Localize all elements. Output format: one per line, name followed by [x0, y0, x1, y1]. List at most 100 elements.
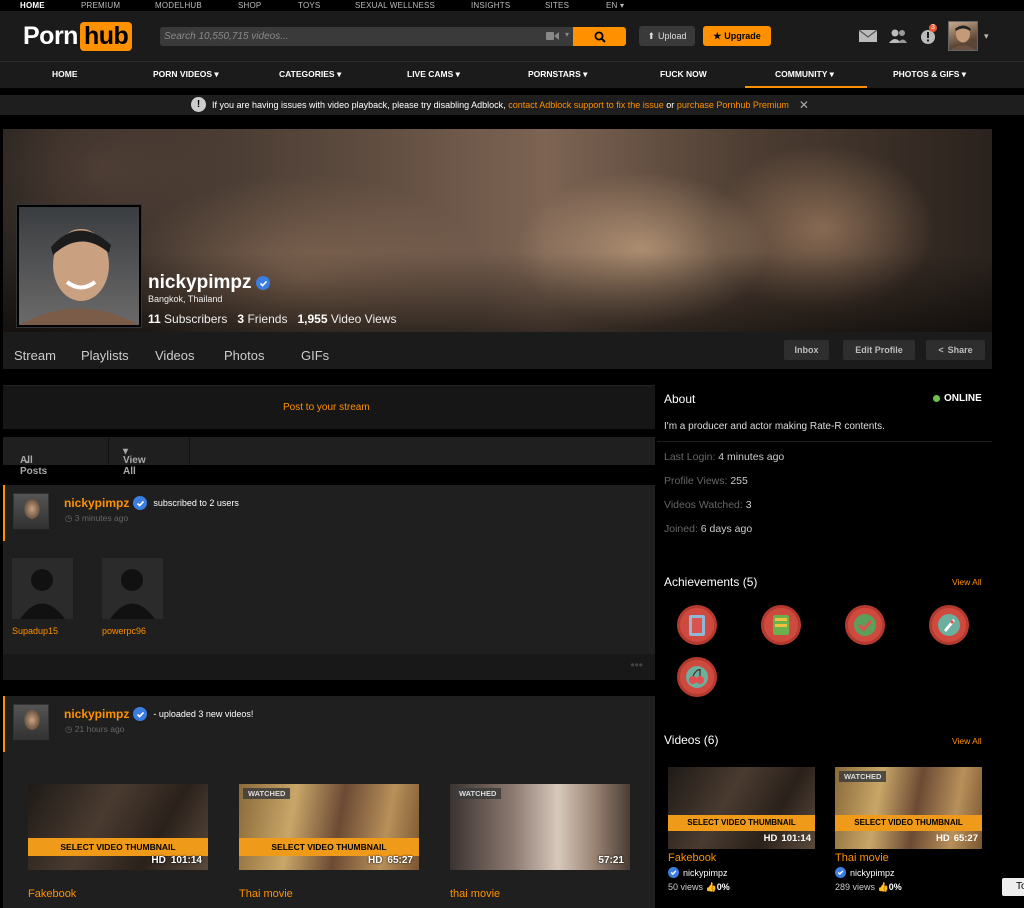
- more-options-icon[interactable]: •••: [630, 658, 643, 672]
- nav-community[interactable]: COMMUNITY ▾: [775, 69, 834, 80]
- uploader-name[interactable]: nickypimpz: [683, 868, 728, 878]
- close-icon[interactable]: ✕: [799, 98, 809, 112]
- profile-picture[interactable]: [16, 204, 142, 328]
- friends-icon[interactable]: [888, 28, 908, 44]
- nav-pornstars[interactable]: PORNSTARS ▾: [528, 69, 587, 80]
- nav-categories[interactable]: CATEGORIES ▾: [279, 69, 341, 80]
- view-all-dropdown[interactable]: View All ▾: [123, 446, 146, 477]
- nav-photos-gifs[interactable]: PHOTOS & GIFS ▾: [893, 69, 966, 80]
- video-thumbnail[interactable]: WATCHED SELECT VIDEO THUMBNAIL HD 65:27: [239, 784, 419, 870]
- upgrade-button[interactable]: ★ Upgrade: [703, 26, 771, 46]
- uploader-name[interactable]: nickypimpz: [850, 868, 895, 878]
- stream-username[interactable]: nickypimpz: [64, 496, 129, 510]
- chevron-down-icon: ⌄: [22, 455, 32, 466]
- video-title-link[interactable]: Fakebook: [28, 888, 76, 900]
- nav-home[interactable]: HOME: [52, 69, 78, 79]
- avatar[interactable]: [13, 704, 49, 740]
- logo-badge: hub: [79, 21, 133, 51]
- top-link-toys[interactable]: TOYS: [298, 1, 320, 10]
- all-posts-dropdown[interactable]: All Posts ⌄: [20, 446, 47, 477]
- top-link-modelhub[interactable]: MODELHUB: [155, 1, 202, 10]
- top-link-insights[interactable]: INSIGHTS: [471, 1, 510, 10]
- share-button[interactable]: < Share: [926, 340, 985, 360]
- top-link-premium[interactable]: PREMIUM: [81, 1, 120, 10]
- achievement-badge[interactable]: [929, 605, 969, 645]
- search-button[interactable]: [573, 27, 626, 46]
- watched-badge: WATCHED: [243, 788, 291, 799]
- cherry-icon: [686, 666, 708, 688]
- nav-live-cams[interactable]: LIVE CAMS ▾: [407, 69, 460, 80]
- chevron-down-icon[interactable]: ▾: [984, 31, 989, 42]
- verified-icon: [668, 867, 679, 878]
- select-thumbnail-button[interactable]: SELECT VIDEO THUMBNAIL: [28, 838, 208, 856]
- video-thumbnail[interactable]: WATCHED 57:21: [450, 784, 630, 870]
- achievement-badge[interactable]: [845, 605, 885, 645]
- video-title-link[interactable]: thai movie: [450, 888, 500, 900]
- select-thumbnail-button[interactable]: SELECT VIDEO THUMBNAIL: [239, 838, 419, 856]
- tab-videos[interactable]: Videos: [155, 348, 195, 363]
- edit-profile-button[interactable]: Edit Profile: [843, 340, 915, 360]
- filter-divider: [108, 437, 109, 465]
- select-thumbnail-button[interactable]: SELECT VIDEO THUMBNAIL: [835, 815, 982, 831]
- verified-icon: [256, 276, 271, 290]
- video-camera-icon[interactable]: [546, 31, 559, 41]
- top-link-home[interactable]: HOME: [20, 1, 45, 10]
- logo-text: Porn: [23, 21, 78, 50]
- friends-count: 3: [237, 312, 245, 326]
- subscribers-label[interactable]: Subscribers: [164, 312, 227, 326]
- site-logo[interactable]: Porn hub: [23, 21, 133, 51]
- top-link-sexual-wellness[interactable]: SEXUAL WELLNESS: [355, 1, 435, 10]
- achievements-view-all-link[interactable]: View All: [952, 577, 982, 587]
- sidebar-video-stats: 289 views 👍0%: [835, 882, 902, 893]
- upload-button[interactable]: ⬆ Upload: [639, 26, 695, 46]
- tab-stream[interactable]: Stream: [14, 348, 56, 363]
- info-label: Joined:: [664, 523, 698, 535]
- tab-gifs[interactable]: GIFs: [301, 348, 329, 363]
- video-thumbnail[interactable]: SELECT VIDEO THUMBNAIL HD 101:14: [28, 784, 208, 870]
- subscribed-user-name[interactable]: powerpc96: [102, 626, 146, 636]
- user-avatar[interactable]: [948, 21, 978, 51]
- subscribed-user-thumb[interactable]: [102, 558, 163, 619]
- view-all-label: View All: [123, 455, 146, 477]
- nav-porn-videos[interactable]: PORN VIDEOS ▾: [153, 69, 219, 80]
- trophy-icon: [773, 615, 789, 635]
- select-thumbnail-button[interactable]: SELECT VIDEO THUMBNAIL: [668, 815, 815, 831]
- avatar[interactable]: [13, 493, 49, 529]
- info-value: 3: [745, 499, 752, 511]
- subscribed-user-name[interactable]: Supadup15: [12, 626, 58, 636]
- tab-playlists[interactable]: Playlists: [81, 348, 129, 363]
- tab-photos[interactable]: Photos: [224, 348, 264, 363]
- post-to-stream-box[interactable]: Post to your stream: [3, 385, 655, 429]
- profile-views-row: Profile Views: 255: [664, 475, 748, 487]
- friends-label[interactable]: Friends: [247, 312, 287, 326]
- subscribed-user-thumb[interactable]: [12, 558, 73, 619]
- video-title-link[interactable]: Thai movie: [239, 888, 293, 900]
- info-value: 4 minutes ago: [718, 451, 785, 463]
- achievement-badge[interactable]: [677, 605, 717, 645]
- info-value: 255: [730, 475, 748, 487]
- videos-view-all-link[interactable]: View All: [952, 736, 982, 746]
- verified-icon: [835, 867, 846, 878]
- top-link-sites[interactable]: SITES: [545, 1, 569, 10]
- inbox-button[interactable]: Inbox: [784, 340, 829, 360]
- jacket-icon: [689, 615, 705, 636]
- stream-item: nickypimpz subscribed to 2 users ◷ 3 min…: [3, 485, 655, 680]
- achievement-badge[interactable]: [677, 657, 717, 697]
- sidebar-video-thumbnail[interactable]: WATCHED SELECT VIDEO THUMBNAIL HD 65:27: [835, 767, 982, 849]
- nav-label: PHOTOS & GIFS: [893, 69, 960, 79]
- language-select[interactable]: EN ▾: [606, 1, 624, 10]
- mail-icon[interactable]: [858, 28, 878, 44]
- top-link-shop[interactable]: SHOP: [238, 1, 261, 10]
- adblock-support-link[interactable]: contact Adblock support to fix the issue: [508, 100, 664, 110]
- accent-bar: [3, 485, 5, 541]
- achievement-badge[interactable]: [761, 605, 801, 645]
- premium-link[interactable]: purchase Pornhub Premium: [677, 100, 789, 110]
- last-login-row: Last Login: 4 minutes ago: [664, 451, 784, 463]
- stream-username[interactable]: nickypimpz: [64, 707, 129, 721]
- nav-fuck-now[interactable]: FUCK NOW: [660, 69, 707, 79]
- sidebar-video-thumbnail[interactable]: SELECT VIDEO THUMBNAIL HD 101:14: [668, 767, 815, 849]
- sidebar-video-title[interactable]: Fakebook: [668, 852, 716, 864]
- search-input[interactable]: [160, 27, 520, 46]
- sidebar-video-title[interactable]: Thai movie: [835, 852, 889, 864]
- post-to-stream-link[interactable]: Post to your stream: [283, 402, 370, 413]
